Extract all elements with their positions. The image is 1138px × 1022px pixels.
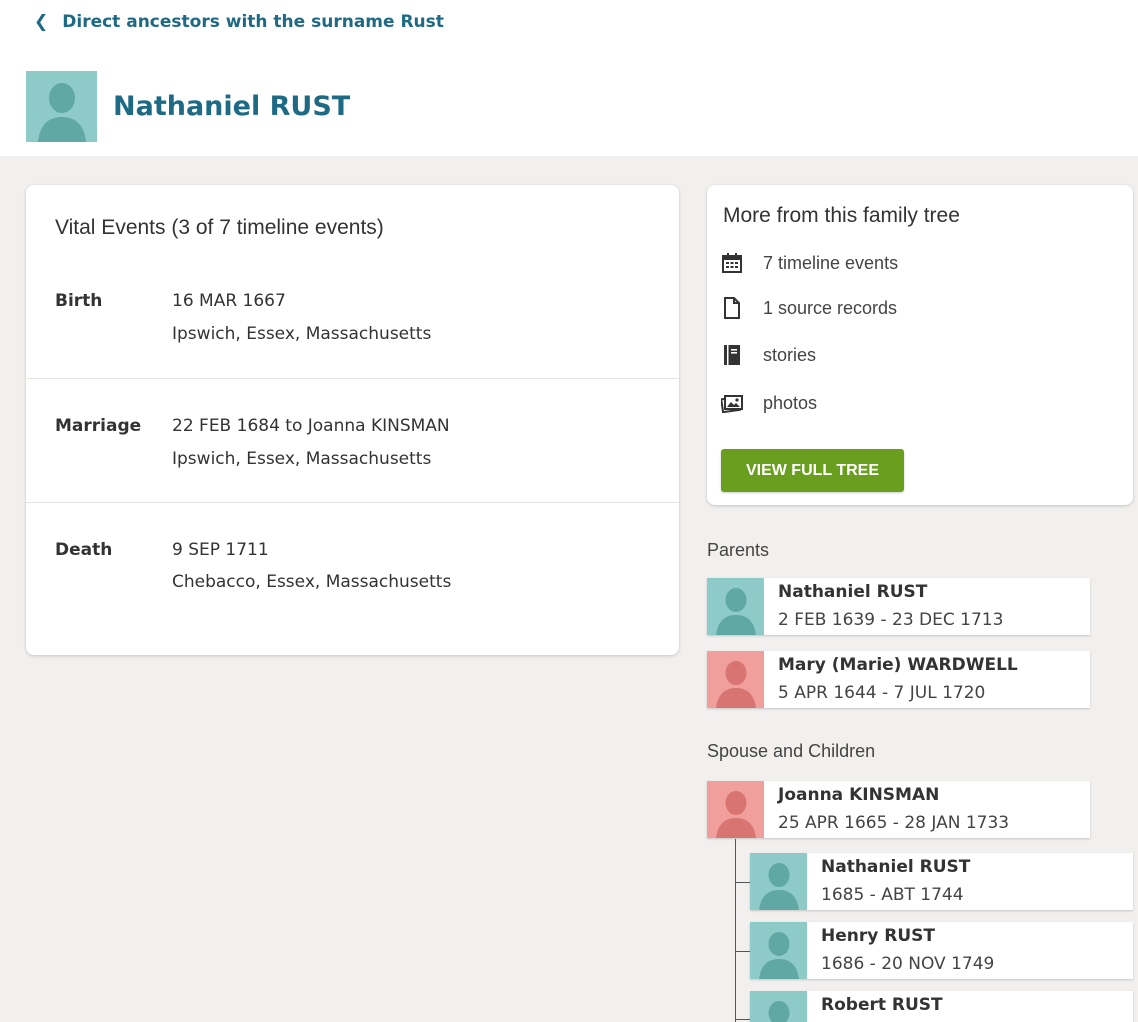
event-place: Ipswich, Essex, Massachusetts bbox=[172, 449, 432, 469]
avatar bbox=[750, 991, 807, 1022]
person-name: Nathaniel RUST bbox=[778, 582, 928, 602]
spouse-children-heading: Spouse and Children bbox=[707, 741, 876, 761]
event-label: Marriage bbox=[55, 416, 142, 436]
event-date: 22 FEB 1684 to Joanna KINSMAN bbox=[172, 416, 450, 436]
person-dates: 5 APR 1644 - 7 JUL 1720 bbox=[778, 683, 986, 703]
parents-heading: Parents bbox=[707, 540, 770, 560]
event-death: Death 9 SEP 1711 Chebacco, Essex, Massac… bbox=[26, 502, 679, 626]
person-dates: 1686 - 20 NOV 1749 bbox=[821, 954, 995, 974]
stories-label: stories bbox=[763, 344, 817, 365]
timeline-events-label: 7 timeline events bbox=[763, 252, 899, 273]
back-link-label: Direct ancestors with the surname Rust bbox=[62, 12, 444, 32]
child-card[interactable]: Henry RUST 1686 - 20 NOV 1749 bbox=[750, 922, 1133, 979]
person-header: Nathaniel RUST bbox=[26, 71, 350, 142]
tree-connector bbox=[735, 882, 750, 883]
event-label: Birth bbox=[55, 291, 103, 311]
page-header: ❮ Direct ancestors with the surname Rust… bbox=[0, 0, 1138, 156]
avatar bbox=[707, 578, 764, 635]
parent-card-mother[interactable]: Mary (Marie) WARDWELL 5 APR 1644 - 7 JUL… bbox=[707, 651, 1090, 708]
person-name: Henry RUST bbox=[821, 926, 935, 946]
event-label: Death bbox=[55, 540, 113, 560]
person-avatar bbox=[26, 71, 97, 142]
child-card[interactable]: Nathaniel RUST 1685 - ABT 1744 bbox=[750, 853, 1133, 910]
spouse-card[interactable]: Joanna KINSMAN 25 APR 1665 - 28 JAN 1733 bbox=[707, 781, 1090, 838]
silhouette-icon bbox=[768, 1001, 790, 1022]
photos-icon bbox=[721, 392, 743, 414]
more-from-tree-title: More from this family tree bbox=[723, 204, 960, 227]
document-icon bbox=[721, 297, 743, 319]
parent-card-father[interactable]: Nathaniel RUST 2 FEB 1639 - 23 DEC 1713 bbox=[707, 578, 1090, 635]
event-place: Ipswich, Essex, Massachusetts bbox=[172, 324, 432, 344]
event-date: 16 MAR 1667 bbox=[172, 291, 286, 311]
vital-events-title: Vital Events (3 of 7 timeline events) bbox=[55, 216, 384, 239]
stories-link[interactable]: stories bbox=[721, 344, 816, 366]
page-title: Nathaniel RUST bbox=[113, 91, 351, 122]
person-name: Joanna KINSMAN bbox=[778, 785, 940, 805]
person-name: Nathaniel RUST bbox=[821, 857, 971, 877]
tree-connector bbox=[735, 951, 750, 952]
silhouette-icon bbox=[716, 791, 756, 838]
silhouette-icon bbox=[716, 588, 756, 635]
photos-link[interactable]: photos bbox=[721, 392, 817, 414]
main-content: Vital Events (3 of 7 timeline events) Bi… bbox=[0, 156, 1138, 1022]
silhouette-icon bbox=[759, 863, 799, 910]
photos-label: photos bbox=[763, 392, 818, 413]
source-records-link[interactable]: 1 source records bbox=[721, 297, 897, 319]
back-link[interactable]: ❮ Direct ancestors with the surname Rust bbox=[34, 12, 444, 32]
tree-connector bbox=[735, 1019, 750, 1020]
person-dates: 25 APR 1665 - 28 JAN 1733 bbox=[778, 813, 1010, 833]
child-card[interactable]: Robert RUST bbox=[750, 991, 1133, 1022]
source-records-label: 1 source records bbox=[763, 297, 898, 318]
person-dates: 2 FEB 1639 - 23 DEC 1713 bbox=[778, 610, 1004, 630]
avatar bbox=[750, 922, 807, 979]
tree-connector bbox=[735, 839, 736, 1022]
avatar bbox=[707, 781, 764, 838]
person-name: Robert RUST bbox=[821, 995, 943, 1015]
person-dates: 1685 - ABT 1744 bbox=[821, 885, 964, 905]
chevron-left-icon: ❮ bbox=[34, 12, 49, 32]
timeline-events-link[interactable]: 7 timeline events bbox=[721, 252, 898, 274]
book-icon bbox=[721, 344, 743, 366]
silhouette-icon bbox=[759, 932, 799, 979]
vital-events-card: Vital Events (3 of 7 timeline events) Bi… bbox=[26, 185, 679, 655]
person-name: Mary (Marie) WARDWELL bbox=[778, 655, 1018, 675]
silhouette-icon bbox=[716, 661, 756, 708]
avatar bbox=[750, 853, 807, 910]
event-place: Chebacco, Essex, Massachusetts bbox=[172, 572, 452, 592]
view-full-tree-button[interactable]: VIEW FULL TREE bbox=[721, 449, 904, 492]
more-from-tree-card: More from this family tree 7 timeline ev… bbox=[707, 185, 1133, 505]
event-marriage: Marriage 22 FEB 1684 to Joanna KINSMAN I… bbox=[26, 378, 679, 502]
event-date: 9 SEP 1711 bbox=[172, 540, 269, 560]
calendar-icon bbox=[721, 252, 743, 274]
avatar bbox=[707, 651, 764, 708]
silhouette-icon bbox=[38, 83, 86, 142]
